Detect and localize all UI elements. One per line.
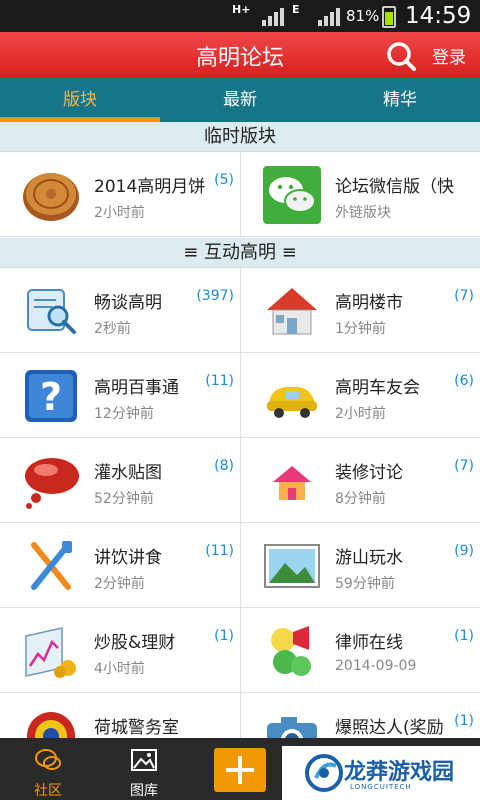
board-time: 4小时前 [94,661,145,677]
car-icon [267,387,317,418]
house-icon [267,288,317,335]
nav-label: 图库 [130,783,158,799]
stock-chart-icon [25,627,76,678]
network-type-hplus: H+ [232,3,251,16]
board-name: 畅谈高明 [94,293,162,313]
section-header-temporary: 临时版块 [0,122,480,152]
board-count: (7) [454,288,474,304]
board-name: 炒股&理财 [94,633,176,653]
watermark-subtext: LONGCUITECH [350,783,412,791]
board-name: 高明百事通 [94,378,179,398]
board-item-chat[interactable]: 畅谈高明 (397) 2秒前 [0,268,240,353]
board-time: 2014-09-09 [335,658,417,674]
board-time: 52分钟前 [94,491,154,507]
battery-icon [382,6,396,28]
watermark-text: 龙莽游戏园 [344,760,455,785]
board-name: 2014高明月饼 [94,177,206,197]
board-name: 荷城警务室 [94,718,179,738]
nav-label: 社区 [34,783,62,799]
board-item-travel[interactable]: 游山玩水 (9) 59分钟前 [240,523,480,608]
board-item-qa[interactable]: ? 高明百事通 (11) 12分钟前 [0,353,240,438]
signal-strength-icon [262,8,284,26]
board-time: 2秒前 [94,321,131,337]
landscape-icon [264,544,320,588]
clock: 14:59 [405,3,472,29]
board-name: 游山玩水 [335,548,403,568]
board-item-cars[interactable]: 高明车友会 (6) 2小时前 [240,353,480,438]
board-name: 律师在线 [335,633,403,653]
board-count: (9) [454,543,474,559]
board-count: (1) [454,713,474,729]
mooncake-icon [23,173,79,221]
search-icon[interactable] [386,41,416,71]
battery-percent: 81% [346,7,380,25]
board-time: 2小时前 [335,406,386,422]
svg-text:?: ? [40,375,62,419]
community-icon [35,749,61,770]
tab-latest[interactable]: 最新 [160,78,320,122]
board-count: (11) [205,373,234,389]
nav-gallery[interactable]: 图库 [96,738,192,800]
police-badge-icon [27,712,75,738]
board-count: (1) [214,628,234,644]
board-item-wechat[interactable]: 论坛微信版（快 外链版块 [240,152,480,237]
board-count: (397) [196,288,234,304]
tab-boards[interactable]: 版块 [0,78,160,122]
watermark-logo-icon [305,754,343,792]
new-post-button[interactable] [214,748,266,792]
section-header-interactive: ≡ 互动高明 ≡ [0,238,480,268]
login-button[interactable]: 登录 [432,43,466,68]
watermark: 龙莽游戏园 LONGCUITECH [282,746,480,800]
board-name: 爆照达人(奖励 [335,718,444,738]
board-name: 论坛微信版（快 [335,177,454,197]
pink-house-icon [273,466,311,500]
status-bar: H+ E 81% 14:59 [0,0,480,32]
signal-strength-icon-2 [318,8,340,26]
board-time: 2小时前 [94,205,145,221]
board-item-housing[interactable]: 高明楼市 (7) 1分钟前 [240,268,480,353]
scroll-magnifier-icon [27,289,76,334]
title-bar: 高明论坛 登录 [0,32,480,78]
board-item-mooncake[interactable]: 2014高明月饼 (5) 2小时前 [0,152,240,237]
board-count: (7) [454,458,474,474]
tab-featured[interactable]: 精华 [320,78,480,122]
board-item-food[interactable]: 讲饮讲食 (11) 2分钟前 [0,523,240,608]
utensils-icon [31,541,72,590]
board-count: (11) [205,543,234,559]
board-item-lawyer[interactable]: 律师在线 (1) 2014-09-09 [240,608,480,693]
speech-bubble-icon [25,458,79,509]
board-name: 高明楼市 [335,293,403,313]
board-time: 2分钟前 [94,576,145,592]
board-item-police[interactable]: 荷城警务室 [0,693,240,738]
board-time: 1分钟前 [335,321,386,337]
board-count: (6) [454,373,474,389]
question-mark-icon: ? [25,370,77,422]
board-item-decor[interactable]: 装修讨论 (7) 8分钟前 [240,438,480,523]
board-name: 讲饮讲食 [94,548,162,568]
board-count: (1) [454,628,474,644]
megaphone-icon [271,626,311,676]
board-time: 12分钟前 [94,406,154,422]
network-type-e: E [292,3,300,16]
board-count: (8) [214,458,234,474]
nav-community[interactable]: 社区 [0,738,96,800]
board-name: 灌水贴图 [94,463,162,483]
board-count: (5) [214,172,234,188]
board-time: 8分钟前 [335,491,386,507]
gallery-icon [131,749,157,771]
board-time: 59分钟前 [335,576,395,592]
board-grid-interactive: 畅谈高明 (397) 2秒前 高明楼市 (7) 1分钟前 ? 高明百事通 (11… [0,268,480,738]
board-time: 外链版块 [335,205,391,221]
board-grid-temporary: 2014高明月饼 (5) 2小时前 论坛微信版（快 外链版块 [0,152,480,238]
board-item-photos[interactable]: 爆照达人(奖励 (1) [240,693,480,738]
board-name: 高明车友会 [335,378,420,398]
wechat-icon [263,166,321,224]
board-name: 装修讨论 [335,463,403,483]
camera-icon [267,717,317,738]
board-item-stocks[interactable]: 炒股&理财 (1) 4小时前 [0,608,240,693]
board-item-water[interactable]: 灌水贴图 (8) 52分钟前 [0,438,240,523]
tab-bar: 版块 最新 精华 [0,78,480,122]
